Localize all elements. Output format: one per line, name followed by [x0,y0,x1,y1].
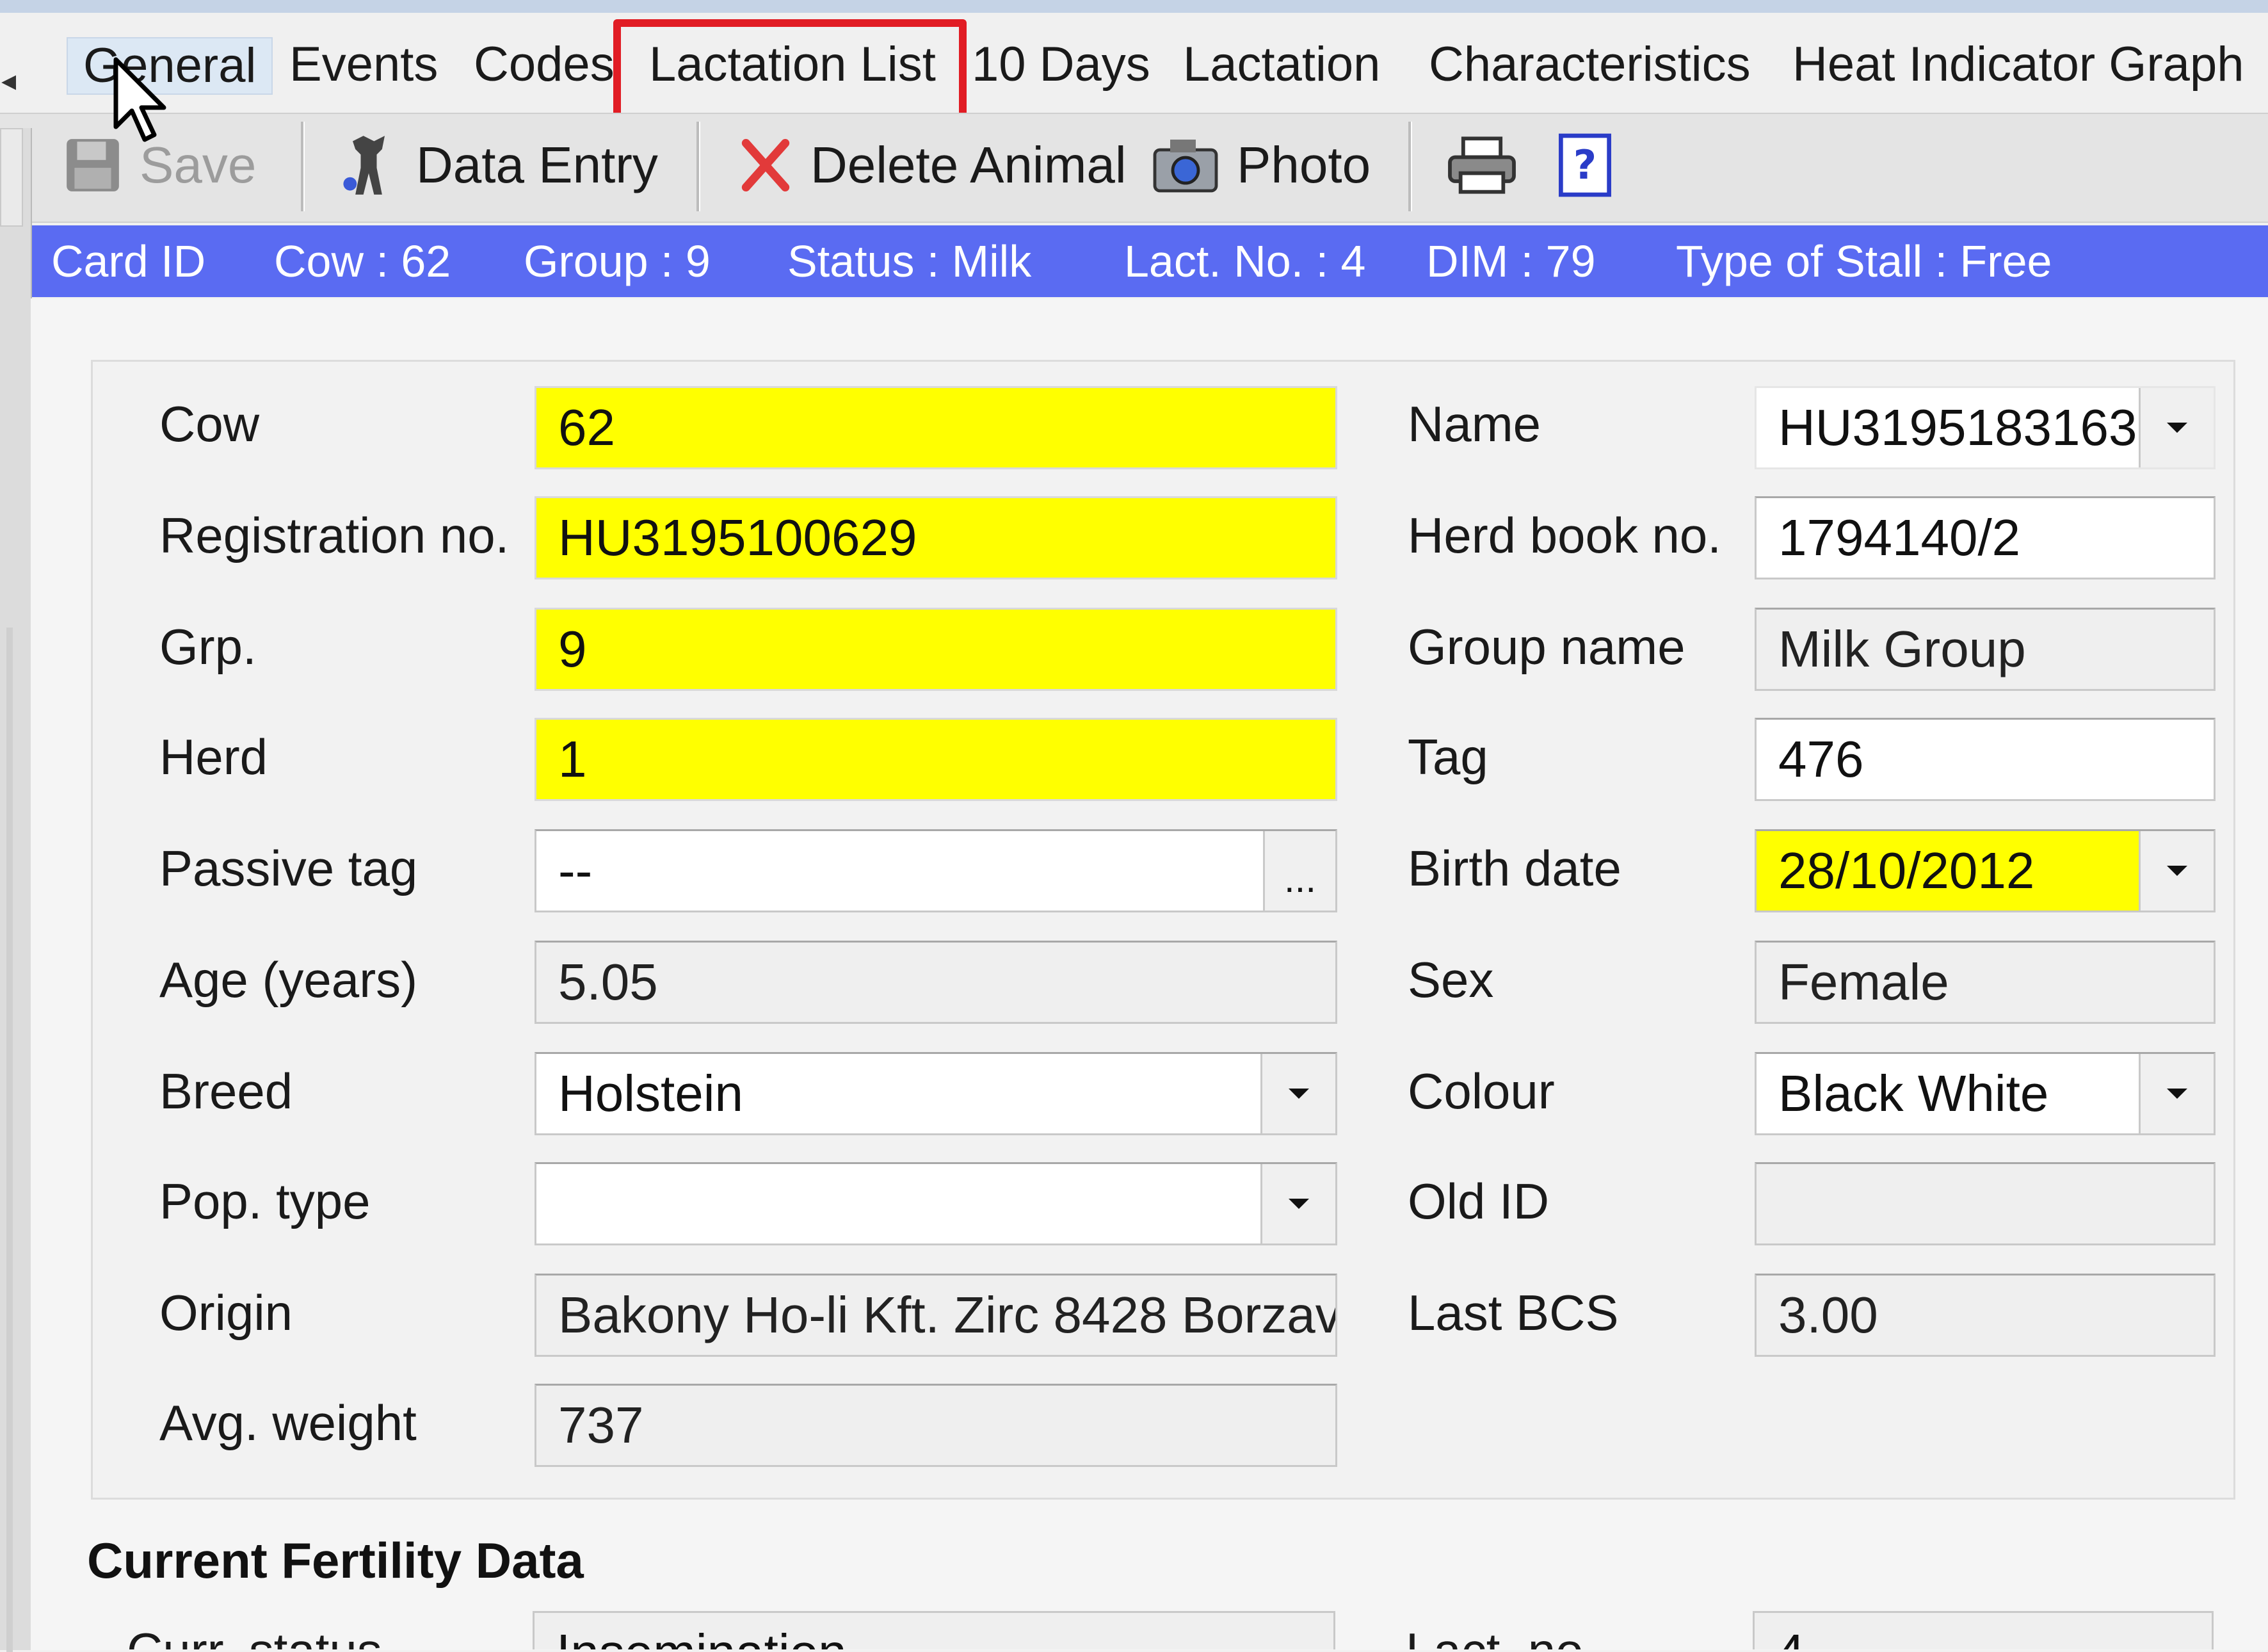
toolbar-separator [301,122,305,211]
info-status: Status : Milk [787,236,1032,286]
last-bcs-label: Last BCS [1408,1284,1619,1341]
printer-icon [1448,136,1516,194]
registration-no-label: Registration no. [159,507,510,563]
chevron-down-icon [2167,866,2187,876]
pop-type-label: Pop. type [159,1173,371,1229]
age-years-field: 5.05 [535,941,1337,1024]
herd-field[interactable]: 1 [535,718,1337,801]
tab-strip: ◂ General Events Codes Lactation List 10… [0,13,2268,138]
delete-x-icon [741,138,790,192]
passive-tag-browse-button[interactable]: ... [1263,831,1335,911]
birth-date-label: Birth date [1408,840,1621,896]
chevron-down-icon [2167,1089,2187,1099]
breed-value: Holstein [558,1065,744,1122]
tab-codes[interactable]: Codes [474,37,615,92]
group-name-field: Milk Group [1755,608,2216,691]
window-top-strip [0,0,2268,13]
mouse-pointer-icon [113,57,166,142]
origin-field: Bakony Ho-li Kft. Zirc 8428 Borzavar [535,1274,1337,1357]
age-years-label: Age (years) [159,952,418,1008]
info-dim: DIM : 79 [1426,236,1596,286]
breed-select[interactable]: Holstein [535,1052,1337,1135]
name-dropdown-button[interactable] [2139,388,2214,467]
chevron-down-icon [2167,423,2187,433]
origin-label: Origin [159,1284,293,1341]
name-select[interactable]: HU3195183163 [1755,386,2216,469]
sex-field: Female [1755,941,2216,1024]
colour-select[interactable]: Black White [1755,1052,2216,1135]
info-cow: Cow : 62 [274,236,451,286]
grp-label: Grp. [159,619,257,675]
curr-status-label: Curr. status [127,1611,485,1649]
current-fertility-data-heading: Current Fertility Data [87,1532,584,1589]
old-id-field [1755,1162,2216,1245]
curr-status-field: Insemination [533,1611,1335,1649]
print-button[interactable] [1444,127,1535,204]
cow-icon [343,136,385,195]
left-panel-edge [0,128,32,1652]
info-lact-no: Lact. No. : 4 [1124,236,1366,286]
info-type-of-stall: Type of Stall : Free [1676,236,2052,286]
toolbar: Save Data Entry Delete Animal Photo ? [0,113,2268,223]
info-group: Group : 9 [524,236,711,286]
animal-details-group: Cow Registration no. Grp. Herd Passive t… [91,360,2235,1500]
passive-tag-field[interactable]: -- ... [535,829,1337,912]
camera-icon [1153,140,1218,193]
chevron-down-icon [1289,1089,1309,1099]
tab-scroll-left-icon[interactable]: ◂ [1,63,16,97]
avg-weight-field: 737 [535,1384,1337,1467]
data-entry-button[interactable]: Data Entry [337,127,658,204]
birth-date-picker[interactable]: 28/10/2012 [1755,829,2216,912]
tab-10-days[interactable]: 10 Days [972,37,1150,92]
last-bcs-field: 3.00 [1755,1274,2216,1357]
general-tab-content: Cow Registration no. Grp. Herd Passive t… [31,298,2268,1650]
birth-date-dropdown-button[interactable] [2139,831,2214,911]
herd-book-no-field[interactable]: 1794140/2 [1755,496,2216,579]
group-name-label: Group name [1408,619,1685,675]
sex-label: Sex [1408,952,1494,1008]
lact-no-field: 4 [1753,1611,2214,1649]
cow-field[interactable]: 62 [535,386,1337,469]
colour-label: Colour [1408,1063,1555,1119]
grp-field[interactable]: 9 [535,608,1337,691]
lact-no-label: Lact. no. [1406,1611,1726,1649]
tag-label: Tag [1408,729,1488,785]
name-label: Name [1408,396,1541,452]
cow-info-bar: Card ID Cow : 62 Group : 9 Status : Milk… [31,225,2268,297]
tag-field[interactable]: 476 [1755,718,2216,801]
photo-button[interactable]: Photo [1150,127,1371,204]
info-card-id: Card ID [51,236,206,286]
colour-dropdown-button[interactable] [2139,1054,2214,1133]
birth-date-value: 28/10/2012 [1757,831,2141,911]
tab-lactation[interactable]: Lactation [1183,37,1380,92]
old-id-label: Old ID [1408,1173,1550,1229]
help-button[interactable]: ? [1556,127,1630,204]
tab-heat-indicator-graph[interactable]: Heat Indicator Graph [1792,37,2244,92]
pop-type-select[interactable] [535,1162,1337,1245]
help-icon: ? [1559,133,1611,197]
tab-events[interactable]: Events [289,37,438,92]
chevron-down-icon [1289,1199,1309,1209]
breed-dropdown-button[interactable] [1260,1054,1335,1133]
herd-book-no-label: Herd book no. [1408,507,1721,563]
svg-text:?: ? [1573,142,1596,188]
tab-lactation-list[interactable]: Lactation List [649,37,936,92]
passive-tag-label: Passive tag [159,840,418,896]
cow-label: Cow [159,396,260,452]
avg-weight-label: Avg. weight [159,1395,417,1451]
toolbar-separator [696,122,700,211]
registration-no-field[interactable]: HU3195100629 [535,496,1337,579]
name-value: HU3195183163 [1778,399,2137,456]
delete-animal-label: Delete Animal [810,136,1127,193]
breed-label: Breed [159,1063,293,1119]
pop-type-dropdown-button[interactable] [1260,1164,1335,1243]
colour-value: Black White [1778,1065,2049,1122]
passive-tag-value: -- [558,842,593,899]
photo-label: Photo [1237,136,1371,193]
delete-animal-button[interactable]: Delete Animal [736,127,1127,204]
herd-label: Herd [159,729,268,785]
toolbar-separator [1408,122,1412,211]
tab-characteristics[interactable]: Characteristics [1429,37,1751,92]
data-entry-label: Data Entry [416,136,658,193]
